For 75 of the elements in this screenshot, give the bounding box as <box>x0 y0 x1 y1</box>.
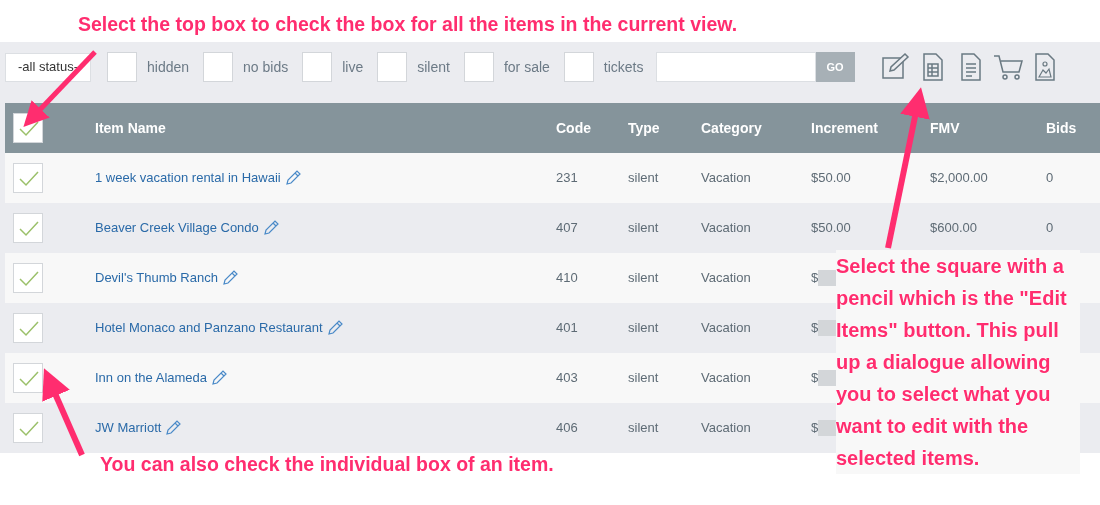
checkbox[interactable] <box>13 263 43 293</box>
table-cell-text: $ <box>811 319 819 338</box>
column-header: Code <box>556 118 592 138</box>
cart-icon[interactable] <box>992 52 1025 82</box>
checkbox[interactable] <box>377 52 408 82</box>
checkbox[interactable] <box>463 52 494 82</box>
table-cell-text: $50.00 <box>811 219 851 238</box>
item-link[interactable]: JW Marriott <box>95 418 162 438</box>
pencil-icon[interactable] <box>165 420 182 436</box>
table-cell-text: $50.00 <box>811 169 851 188</box>
checkbox[interactable] <box>13 213 43 243</box>
table-cell-text: silent <box>628 319 660 338</box>
item-link[interactable]: Beaver Creek Village Condo <box>95 218 259 238</box>
table-cell-text: silent <box>628 369 660 388</box>
column-header: Type <box>628 118 661 138</box>
column-header: Category <box>701 118 763 138</box>
table-cell-text: Vacation <box>701 269 752 288</box>
annotation-text: You can also check the individual box of an item. <box>100 452 554 477</box>
pencil-icon[interactable] <box>211 370 228 386</box>
table-cell-text: 0 <box>1046 219 1055 238</box>
item-link[interactable]: 1 week vacation rental in Hawaii <box>95 168 281 188</box>
table-cell-text: $ <box>811 419 819 438</box>
item-link[interactable]: Devil's Thumb Ranch <box>95 268 218 288</box>
document-icon[interactable] <box>958 52 983 82</box>
table-cell-text: $600.00 <box>930 219 978 238</box>
column-header: Increment <box>811 118 879 138</box>
table-cell-text: 403 <box>556 369 579 388</box>
table-cell-text: 406 <box>556 419 579 438</box>
checkbox[interactable] <box>13 363 43 393</box>
search-field[interactable] <box>655 52 816 82</box>
table-cell-text: silent <box>628 419 660 438</box>
checkbox[interactable] <box>13 413 43 443</box>
column-header: Item Name <box>95 118 167 138</box>
column-header: Bids <box>1046 118 1078 138</box>
table-cell-text: 407 <box>556 219 579 238</box>
pencil-icon[interactable] <box>284 170 301 186</box>
table-cell-text: Vacation <box>701 219 752 238</box>
checkbox-label: hidden <box>147 57 190 77</box>
annotation-text: Select the square with a pencil which is the "Edit Items" button. This pull up a dialogue allowing you to select what you want to edit with the selected items. <box>836 250 1080 474</box>
table-cell-text: 401 <box>556 319 579 338</box>
annotation-text: Select the top box to check the box for all the items in the current view. <box>78 12 738 37</box>
checkbox-label: for sale <box>503 57 550 77</box>
table-cell-text: 0 <box>1046 169 1055 188</box>
checkbox[interactable] <box>13 313 43 343</box>
checkbox[interactable] <box>302 52 333 82</box>
table-cell-text: 410 <box>556 269 579 288</box>
table-cell-text: silent <box>628 219 660 238</box>
checkbox-label: silent <box>417 57 450 77</box>
table-cell-text: $ <box>811 369 819 388</box>
edit-icon[interactable] <box>880 52 911 82</box>
item-link[interactable]: Hotel Monaco and Panzano Restaurant <box>95 318 323 338</box>
checkbox[interactable] <box>13 163 43 193</box>
table-cell-text: Vacation <box>701 369 752 388</box>
table-cell-text: Vacation <box>701 319 752 338</box>
pencil-icon[interactable] <box>326 320 343 336</box>
checkbox[interactable] <box>107 52 137 82</box>
table-cell-text: Vacation <box>701 169 752 188</box>
checkbox-label: live <box>342 57 364 77</box>
spreadsheet-icon[interactable] <box>920 52 945 82</box>
pencil-icon[interactable] <box>221 270 238 286</box>
column-header: FMV <box>930 118 961 138</box>
table-cell-text: $ <box>811 269 819 288</box>
table-cell-text: silent <box>628 269 660 288</box>
table-cell-text: 231 <box>556 169 579 188</box>
item-link[interactable]: Inn on the Alameda <box>95 368 208 388</box>
checkbox[interactable] <box>563 52 594 82</box>
image-file-icon[interactable] <box>1032 52 1057 82</box>
pencil-icon[interactable] <box>262 220 279 236</box>
table-cell-text: $2,000.00 <box>930 169 989 188</box>
checkbox-label: no bids <box>243 57 289 77</box>
table-cell-text: Vacation <box>701 419 752 438</box>
status-dropdown[interactable]: -all status- <box>5 52 91 82</box>
table-cell-text: silent <box>628 169 660 188</box>
checkbox-label: tickets <box>603 57 644 77</box>
checkbox[interactable] <box>203 52 234 82</box>
